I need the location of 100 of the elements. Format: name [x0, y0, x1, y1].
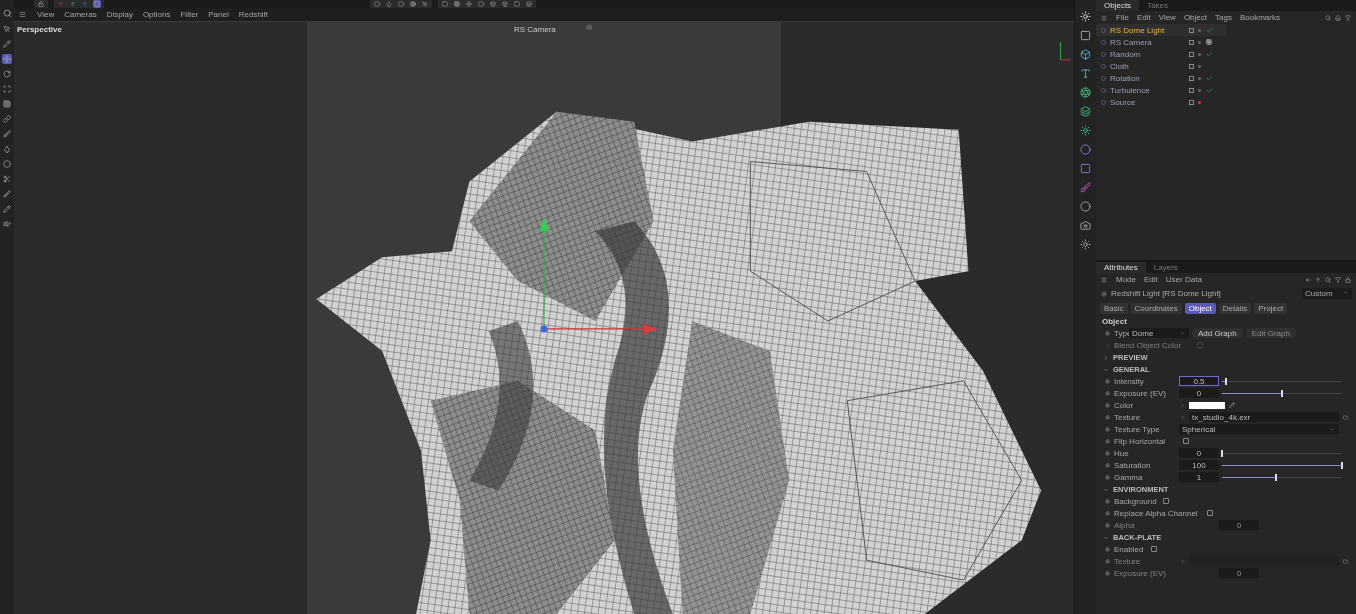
toolbar-icon[interactable] — [513, 0, 521, 8]
y-axis-icon[interactable] — [69, 0, 77, 8]
panel-tab[interactable]: Attributes — [1096, 262, 1146, 273]
panel-tab[interactable]: Layers — [1145, 262, 1186, 273]
panel-tab[interactable]: Objects — [1096, 0, 1140, 11]
object-row[interactable]: RS Dome Light — [1096, 24, 1226, 36]
slider-thumb[interactable] — [1224, 377, 1227, 385]
edit-graph-button[interactable]: Edit Graph — [1245, 328, 1296, 338]
toolbar-icon[interactable] — [421, 0, 429, 8]
layers-icon[interactable] — [1079, 105, 1092, 118]
link-icon[interactable] — [2, 114, 12, 124]
grid-icon[interactable] — [2, 99, 12, 109]
filter-icon[interactable] — [1344, 13, 1352, 22]
menu-icon[interactable] — [1100, 275, 1108, 284]
cursor-icon[interactable] — [2, 24, 12, 34]
toolbar-icon[interactable] — [465, 0, 473, 8]
menu-item[interactable]: View — [37, 10, 55, 19]
visibility-checkbox[interactable] — [1189, 27, 1194, 33]
toolbar-icon[interactable] — [525, 0, 533, 8]
camera-icon[interactable] — [1079, 219, 1092, 232]
file-field[interactable]: tx_studio_4k.exr — [1189, 412, 1339, 422]
menu-item[interactable]: Display — [106, 10, 133, 19]
visibility-checkbox[interactable] — [1189, 87, 1194, 93]
dropdown[interactable]: Dome — [1129, 328, 1189, 338]
coordinate-icon[interactable] — [93, 0, 101, 8]
toolbar-icon[interactable] — [477, 0, 485, 8]
number-field[interactable]: 0.5 — [1179, 376, 1219, 386]
dome-light-icon[interactable] — [1079, 10, 1092, 23]
visibility-checkbox[interactable] — [1189, 75, 1194, 81]
move-icon[interactable] — [2, 54, 12, 64]
toolbar-icon[interactable] — [453, 0, 461, 8]
circle-icon[interactable] — [1079, 143, 1092, 156]
text-icon[interactable] — [1079, 67, 1092, 80]
menu-item[interactable]: Options — [142, 10, 171, 19]
eyedropper-icon[interactable] — [1228, 401, 1236, 409]
attribute-tab[interactable]: Basic — [1100, 303, 1128, 314]
sun-icon[interactable] — [1079, 238, 1092, 251]
search-icon[interactable] — [1, 8, 13, 19]
brush-icon[interactable] — [2, 189, 12, 199]
checkbox[interactable] — [1207, 510, 1213, 516]
menu-item[interactable]: Edit — [1144, 275, 1158, 284]
add-graph-button[interactable]: Add Graph — [1192, 328, 1243, 338]
aperture-icon[interactable] — [1079, 86, 1092, 99]
visibility-checkbox[interactable] — [1189, 39, 1194, 45]
search-icon[interactable] — [1324, 13, 1332, 22]
preset-dropdown[interactable]: Custom — [1302, 288, 1352, 299]
pen-icon[interactable] — [2, 39, 12, 49]
home-icon[interactable] — [1334, 13, 1342, 22]
menu-item[interactable]: View — [1158, 13, 1176, 22]
pen-icon[interactable] — [2, 204, 12, 214]
folder-icon[interactable] — [1342, 557, 1349, 565]
folder-icon[interactable] — [1342, 413, 1349, 421]
wind-icon[interactable] — [2, 219, 12, 229]
menu-icon[interactable] — [1100, 13, 1108, 22]
menu-item[interactable]: Filter — [180, 10, 199, 19]
checkbox[interactable] — [1163, 498, 1169, 504]
checkbox[interactable] — [1183, 438, 1189, 444]
lock-icon[interactable] — [37, 0, 45, 8]
menu-item[interactable]: Redshift — [238, 10, 269, 19]
circle-icon[interactable] — [2, 159, 12, 169]
color-swatch[interactable] — [1189, 401, 1225, 409]
cube-icon[interactable] — [1079, 48, 1092, 61]
filter-icon[interactable] — [1334, 275, 1342, 284]
scissors-icon[interactable] — [2, 174, 12, 184]
toolbar-icon[interactable] — [441, 0, 449, 8]
number-field[interactable]: 100 — [1179, 460, 1219, 470]
attribute-tab[interactable]: Project — [1254, 303, 1288, 314]
menu-item[interactable]: Mode — [1116, 275, 1136, 284]
number-field[interactable]: 0 — [1179, 388, 1219, 398]
menu-item[interactable]: Cameras — [64, 10, 97, 19]
scale-icon[interactable] — [2, 84, 12, 94]
dropdown[interactable]: Spherical — [1179, 424, 1339, 434]
viewport[interactable]: Perspective RS Camera — [14, 21, 1074, 614]
visibility-checkbox[interactable] — [1189, 51, 1194, 57]
move-gizmo-drawing[interactable] — [539, 217, 658, 334]
brush-icon[interactable] — [2, 129, 12, 139]
checkbox[interactable] — [1151, 546, 1157, 552]
rotate-icon[interactable] — [2, 69, 12, 79]
up-arrow-icon[interactable] — [1314, 275, 1322, 284]
menu-item[interactable]: File — [1116, 13, 1129, 22]
attribute-tab[interactable]: Coordinates — [1130, 303, 1182, 314]
toolbar-icon[interactable] — [409, 0, 417, 8]
menu-icon[interactable] — [18, 10, 27, 19]
attribute-tab[interactable]: Details — [1218, 303, 1252, 314]
circle-icon[interactable] — [1079, 200, 1092, 213]
menu-item[interactable]: Object — [1183, 13, 1207, 22]
menu-item[interactable]: Bookmarks — [1239, 13, 1280, 22]
menu-item[interactable]: Edit — [1136, 13, 1151, 22]
brush-icon[interactable] — [1079, 181, 1092, 194]
number-field[interactable]: 1 — [1179, 472, 1219, 482]
toolbar-icon[interactable] — [501, 0, 509, 8]
back-arrow-icon[interactable] — [1304, 275, 1312, 284]
droplet-icon[interactable] — [2, 144, 12, 154]
attribute-tab[interactable]: Object — [1184, 303, 1216, 314]
menu-item[interactable]: Panel — [208, 10, 229, 19]
toolbar-icon[interactable] — [489, 0, 497, 8]
menu-item[interactable]: User Data — [1165, 275, 1202, 284]
cube-outline-icon[interactable] — [1079, 29, 1092, 42]
lock-icon[interactable] — [1344, 275, 1352, 284]
search-icon[interactable] — [1324, 275, 1332, 284]
